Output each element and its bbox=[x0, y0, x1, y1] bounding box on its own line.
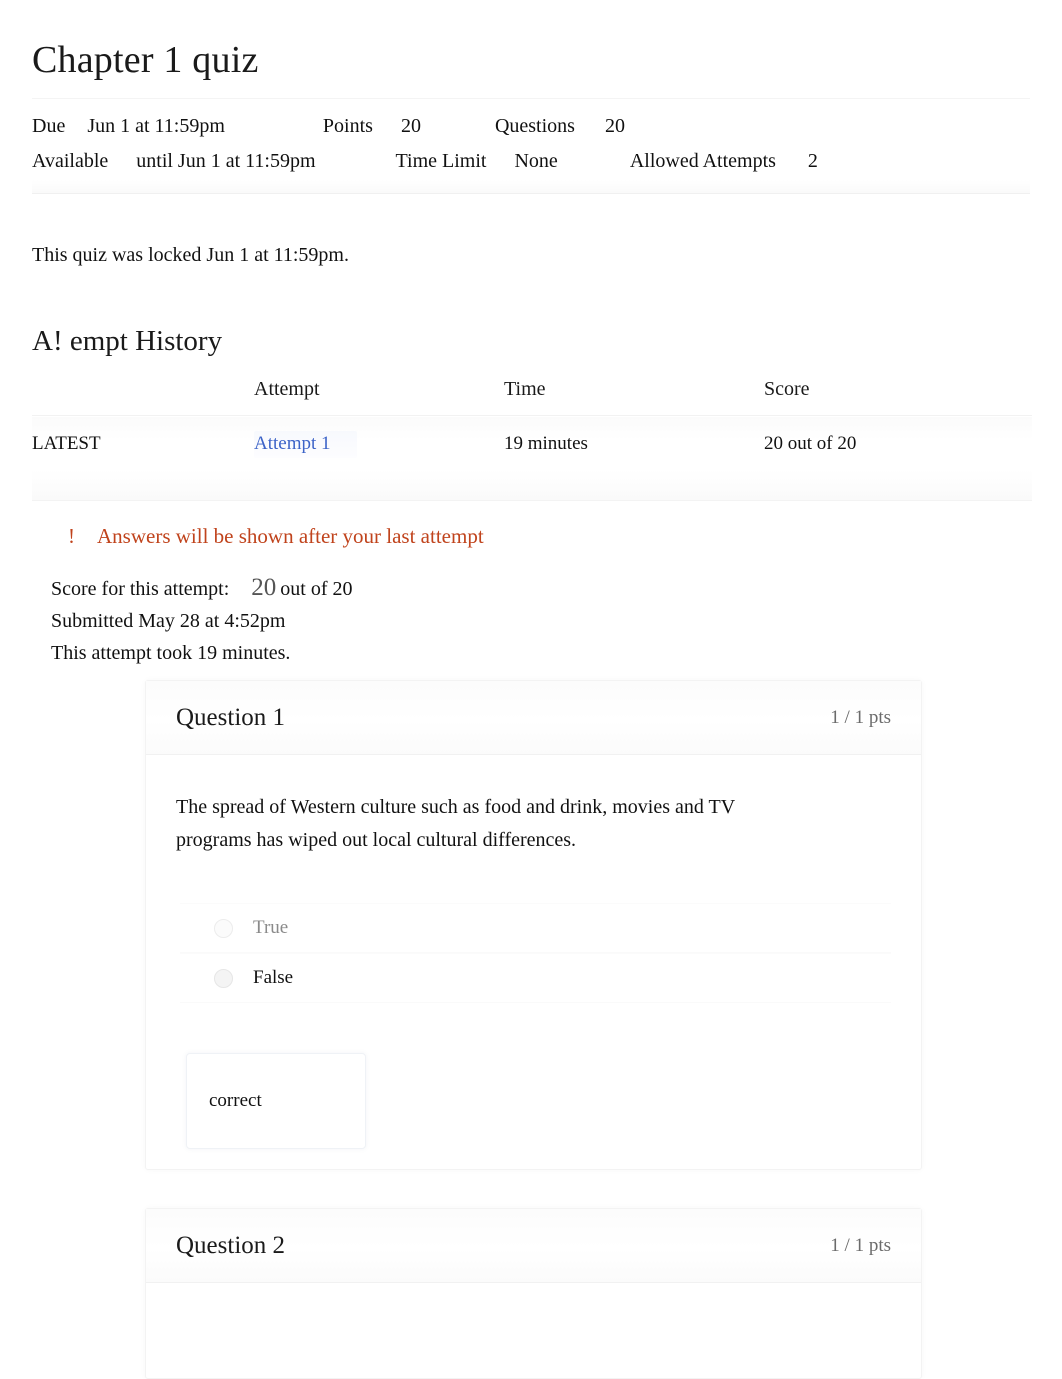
radio-button-icon[interactable] bbox=[214, 918, 233, 938]
attempt-1-link[interactable]: Attempt 1 bbox=[254, 431, 357, 458]
attempt-time-cell: 19 minutes bbox=[504, 433, 588, 454]
column-header-time: Time bbox=[504, 378, 546, 400]
allowed-attempts-value: 2 bbox=[807, 150, 818, 172]
column-header-attempt: Attempt bbox=[254, 378, 320, 400]
available-label: Available bbox=[32, 150, 109, 172]
answers-shown-note: ! Answers will be shown after your last … bbox=[68, 524, 484, 549]
question-card-2: Question 2 1 / 1 pts bbox=[145, 1208, 922, 1379]
question-2-points: 1 / 1 pts bbox=[830, 1234, 891, 1256]
question-1-answers: True False bbox=[180, 903, 891, 1003]
time-limit-value: None bbox=[514, 150, 558, 172]
submitted-line: Submitted May 28 at 4:52pm bbox=[51, 610, 286, 632]
column-header-score: Score bbox=[764, 378, 810, 400]
points-label: Points bbox=[322, 115, 373, 137]
table-row: LATEST Attempt 1 19 minutes 20 out of 20 bbox=[32, 415, 1032, 476]
question-1-text: The spread of Western culture such as fo… bbox=[176, 796, 735, 851]
due-value: Jun 1 at 11:59pm bbox=[87, 115, 225, 137]
answer-option-true[interactable]: True bbox=[180, 903, 891, 953]
answer-label-false: False bbox=[253, 967, 294, 988]
warning-exclamation-icon: ! bbox=[68, 524, 75, 548]
quiz-details-row-1: Due Jun 1 at 11:59pm Points 20 Questions… bbox=[32, 109, 1030, 144]
questions-value: 20 bbox=[604, 115, 625, 137]
answer-label-true: True bbox=[253, 917, 289, 938]
attempt-history-table: Attempt Time Score LATEST Attempt 1 19 m… bbox=[32, 378, 1032, 475]
question-1-name: Question 1 bbox=[176, 703, 286, 731]
answer-option-false[interactable]: False bbox=[180, 953, 891, 1003]
quiz-results-page: Chapter 1 quiz Due Jun 1 at 11:59pm Poin… bbox=[0, 0, 1062, 1379]
score-suffix: out of 20 bbox=[280, 578, 353, 600]
attempt-score-cell: 20 out of 20 bbox=[764, 433, 857, 454]
question-2-name: Question 2 bbox=[176, 1231, 286, 1259]
quiz-details-header: Due Jun 1 at 11:59pm Points 20 Questions… bbox=[32, 98, 1030, 194]
attempt-history-thead: Attempt Time Score bbox=[32, 378, 1032, 416]
question-1-body: The spread of Western culture such as fo… bbox=[146, 755, 921, 1003]
question-1-points: 1 / 1 pts bbox=[830, 706, 891, 728]
due-label: Due bbox=[32, 115, 66, 137]
question-card-1: Question 1 1 / 1 pts The spread of Weste… bbox=[145, 680, 922, 1170]
score-summary: Score for this attempt: 20 out of 20 Submi… bbox=[51, 572, 353, 669]
attempt-duration-line: This attempt took 19 minutes. bbox=[51, 642, 291, 664]
available-value: until Jun 1 at 11:59pm bbox=[136, 150, 316, 172]
question-2-header: Question 2 1 / 1 pts bbox=[146, 1209, 921, 1283]
attempt-latest-marker: LATEST bbox=[32, 433, 101, 454]
question-1-feedback-box: correct bbox=[186, 1053, 366, 1149]
score-for-attempt-line: Score for this attempt: 20 out of 20 bbox=[51, 572, 353, 605]
questions-label: Questions bbox=[494, 115, 575, 137]
attempt-history-heading: A! empt History bbox=[32, 325, 223, 357]
time-limit-label: Time Limit bbox=[395, 150, 487, 172]
quiz-locked-notice: This quiz was locked Jun 1 at 11:59pm. bbox=[32, 244, 349, 266]
score-value: 20 bbox=[251, 574, 277, 601]
question-2-body bbox=[146, 1283, 921, 1319]
table-header-row: Attempt Time Score bbox=[32, 378, 1032, 416]
attempt-table-footer-divider bbox=[32, 470, 1032, 501]
score-label: Score for this attempt: bbox=[51, 578, 230, 600]
points-value: 20 bbox=[400, 115, 421, 137]
page-title: Chapter 1 quiz bbox=[32, 39, 259, 81]
quiz-details-row-2: Available until Jun 1 at 11:59pm Time Li… bbox=[32, 144, 1030, 179]
answers-note-text: Answers will be shown after your last at… bbox=[97, 524, 484, 548]
radio-button-selected-icon[interactable] bbox=[214, 968, 233, 988]
allowed-attempts-label: Allowed Attempts bbox=[629, 150, 776, 172]
attempt-link-cell: Attempt 1 bbox=[254, 416, 504, 476]
column-header-blank bbox=[32, 378, 254, 416]
attempt-history-tbody: LATEST Attempt 1 19 minutes 20 out of 20 bbox=[32, 415, 1032, 476]
question-1-feedback-text: correct bbox=[209, 1090, 262, 1111]
question-1-header: Question 1 1 / 1 pts bbox=[146, 681, 921, 755]
